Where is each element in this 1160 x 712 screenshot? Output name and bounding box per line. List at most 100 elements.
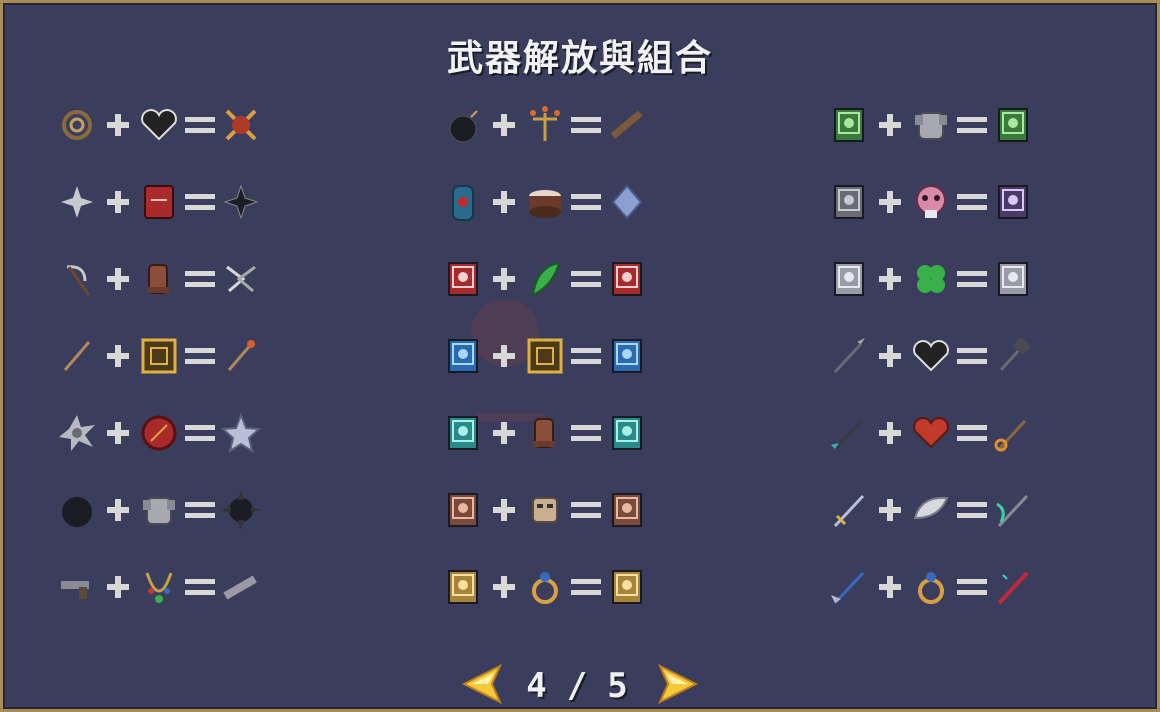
plus-icon (99, 180, 137, 224)
plus-icon (485, 257, 523, 301)
combo-row (441, 172, 649, 232)
equals-icon (953, 488, 991, 532)
plus-icon (485, 334, 523, 378)
combo-row (441, 557, 649, 617)
equals-icon (181, 103, 219, 147)
combo-row (827, 249, 1035, 309)
plus-icon (485, 103, 523, 147)
teal-book-icon[interactable] (441, 411, 485, 455)
armor-icon[interactable] (137, 488, 181, 532)
staff-icon[interactable] (55, 334, 99, 378)
black-shuriken-icon[interactable] (219, 180, 263, 224)
plus-icon (485, 488, 523, 532)
armor-icon[interactable] (909, 103, 953, 147)
gun-icon[interactable] (219, 565, 263, 609)
combo-row (55, 95, 263, 155)
red-tome-icon[interactable] (137, 180, 181, 224)
mask-icon[interactable] (523, 488, 567, 532)
plus-icon (485, 180, 523, 224)
gear-spike-icon[interactable] (55, 411, 99, 455)
ring-icon[interactable] (909, 565, 953, 609)
equals-icon (567, 565, 605, 609)
crossed-scythe-icon[interactable] (219, 257, 263, 301)
ring-icon[interactable] (523, 565, 567, 609)
purple-book-icon[interactable] (991, 180, 1035, 224)
equals-icon (181, 257, 219, 301)
fire-staff-icon[interactable] (219, 334, 263, 378)
heart-red-icon[interactable] (909, 411, 953, 455)
pink-skull-icon[interactable] (909, 180, 953, 224)
scythe-icon[interactable] (55, 257, 99, 301)
gold-book-icon[interactable] (605, 565, 649, 609)
equals-icon (181, 411, 219, 455)
gold-sword-icon[interactable] (827, 488, 871, 532)
combo-row (55, 249, 263, 309)
whip-icon[interactable] (55, 103, 99, 147)
cake-icon[interactable] (523, 180, 567, 224)
steel-star-icon[interactable] (219, 411, 263, 455)
bomb-icon[interactable] (441, 103, 485, 147)
combo-row (827, 480, 1035, 540)
equals-icon (953, 103, 991, 147)
plus-icon (871, 180, 909, 224)
prev-page-button[interactable] (460, 662, 512, 710)
arrow-left-icon (462, 663, 503, 705)
equals-icon (567, 103, 605, 147)
plus-icon (99, 488, 137, 532)
necklace-icon[interactable] (137, 565, 181, 609)
gold-frame-icon[interactable] (523, 334, 567, 378)
combo-row (827, 557, 1035, 617)
green-book-icon[interactable] (827, 103, 871, 147)
pistol-icon[interactable] (55, 565, 99, 609)
shuriken-icon[interactable] (55, 180, 99, 224)
plus-icon (99, 334, 137, 378)
page-separator: / (566, 666, 594, 706)
heart-dark-icon[interactable] (137, 103, 181, 147)
gauntlet-icon[interactable] (523, 411, 567, 455)
combo-row (55, 403, 263, 463)
hammer-icon[interactable] (991, 334, 1035, 378)
bomb-ball-icon[interactable] (55, 488, 99, 532)
red-sword-icon[interactable] (991, 565, 1035, 609)
spiked-ball-icon[interactable] (219, 488, 263, 532)
clover-icon[interactable] (909, 257, 953, 301)
combo-row (441, 326, 649, 386)
shield-red-icon[interactable] (137, 411, 181, 455)
spear-icon[interactable] (827, 334, 871, 378)
skull-cross-icon[interactable] (219, 103, 263, 147)
green-book-icon[interactable] (991, 103, 1035, 147)
teal-sword-icon[interactable] (991, 488, 1035, 532)
candelabra-icon[interactable] (523, 103, 567, 147)
crystal-icon[interactable] (605, 180, 649, 224)
red-book-icon[interactable] (441, 257, 485, 301)
silver-book-icon[interactable] (827, 257, 871, 301)
plus-icon (99, 103, 137, 147)
green-feather-icon[interactable] (523, 257, 567, 301)
brown-book-icon[interactable] (441, 488, 485, 532)
silver-book-icon[interactable] (991, 257, 1035, 301)
equals-icon (567, 334, 605, 378)
lantern-icon[interactable] (441, 180, 485, 224)
gold-book-icon[interactable] (441, 565, 485, 609)
heart-dark-icon[interactable] (909, 334, 953, 378)
blue-book-icon[interactable] (605, 334, 649, 378)
fire-spear-icon[interactable] (991, 411, 1035, 455)
teal-book-icon[interactable] (605, 411, 649, 455)
gray-book-icon[interactable] (827, 180, 871, 224)
gold-frame-icon[interactable] (137, 334, 181, 378)
next-page-button[interactable] (648, 662, 700, 710)
rifle-icon[interactable] (605, 103, 649, 147)
teal-spear-icon[interactable] (827, 411, 871, 455)
blue-sword-icon[interactable] (827, 565, 871, 609)
combo-row (55, 480, 263, 540)
blue-book-icon[interactable] (441, 334, 485, 378)
page-total: 5 (607, 666, 634, 706)
brown-book-icon[interactable] (605, 488, 649, 532)
red-book-icon[interactable] (605, 257, 649, 301)
page-title: 武器解放與組合 (446, 38, 713, 79)
combo-row (441, 95, 649, 155)
equals-icon (181, 334, 219, 378)
wing-icon[interactable] (909, 488, 953, 532)
gauntlet-icon[interactable] (137, 257, 181, 301)
equals-icon (567, 257, 605, 301)
